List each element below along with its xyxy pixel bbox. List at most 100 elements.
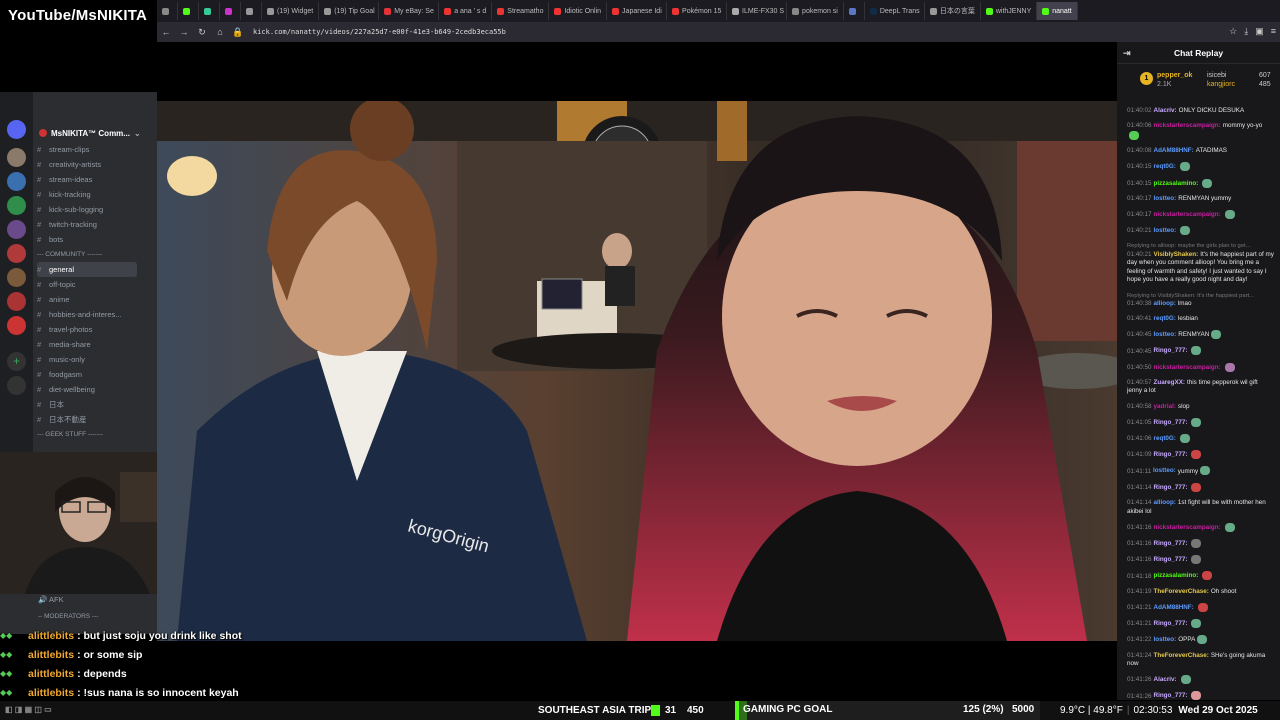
server-icon[interactable]	[7, 148, 26, 167]
browser-tab[interactable]: nanatt	[1037, 2, 1078, 20]
discord-channel-item[interactable]: # diet-wellbeing	[37, 382, 137, 397]
chat-username[interactable]: Ringo_777:	[1154, 484, 1188, 491]
server-icon[interactable]	[7, 220, 26, 239]
discord-channel-item[interactable]: # bots	[37, 232, 137, 247]
chat-username[interactable]: nickstarterscampaign:	[1154, 211, 1221, 218]
chat-username[interactable]: ZuaregXX:	[1154, 379, 1186, 386]
browser-tab[interactable]: My eBay: Se	[379, 2, 440, 20]
discord-channel-item[interactable]: # hobbies-and-interes...	[37, 307, 137, 322]
add-server-icon[interactable]: +	[7, 352, 26, 371]
chat-username[interactable]: Ringo_777:	[1154, 693, 1188, 700]
chat-username[interactable]: allioop:	[1154, 300, 1176, 307]
browser-tab[interactable]	[241, 2, 262, 20]
browser-tab[interactable]: withJENNY	[981, 2, 1038, 20]
server-icon[interactable]	[7, 268, 26, 287]
url-input[interactable]: kick.com/nanatty/videos/227a25d7-e00f-41…	[253, 28, 506, 36]
chat-username[interactable]: TheForeverChase:	[1154, 652, 1209, 659]
chat-reply-context[interactable]: Replying to VisiblyShaken: It's the happ…	[1127, 292, 1274, 301]
server-icon[interactable]	[7, 244, 26, 263]
server-icon[interactable]	[7, 292, 26, 311]
menu-icon[interactable]: ≡	[1271, 26, 1276, 37]
chat-username[interactable]: Alacriv:	[1154, 676, 1177, 683]
browser-tab[interactable]: 日本の言葉	[925, 2, 981, 20]
discord-category[interactable]: --- COMMUNITY -------	[37, 247, 137, 262]
browser-tab[interactable]: (19) Tip Goal	[319, 2, 380, 20]
reload-icon[interactable]: ↻	[193, 27, 211, 38]
discord-channel-item[interactable]: # kick-tracking	[37, 187, 137, 202]
browser-tab[interactable]: pokemon si	[787, 2, 844, 20]
browser-tab[interactable]: Idiotic Onlin	[549, 2, 608, 20]
leader-3-name[interactable]: kangjiorc	[1207, 81, 1235, 88]
bookmark-star-icon[interactable]: ☆	[1229, 26, 1237, 37]
browser-tab[interactable]: a ana ' s d	[439, 2, 493, 20]
chat-username[interactable]: pizzasalamino:	[1154, 573, 1199, 580]
voice-channel-afk[interactable]: 🔊 AFK	[38, 595, 64, 604]
chat-username[interactable]: Ringo_777:	[1154, 451, 1188, 458]
chat-username[interactable]: nickstarterscampaign:	[1154, 364, 1221, 371]
extension-icon[interactable]: ▣	[1255, 26, 1264, 37]
chat-username[interactable]: allioop:	[1154, 499, 1176, 506]
discord-server-header[interactable]: MsNIKITA™ Comm... ⌄	[33, 124, 157, 142]
browser-tab[interactable]	[178, 2, 199, 20]
chat-reply-context[interactable]: Replying to allioop: maybe the girls pla…	[1127, 242, 1274, 251]
chat-username[interactable]: reqt0G:	[1154, 163, 1176, 170]
explore-icon[interactable]	[7, 376, 26, 395]
home-icon[interactable]: ⌂	[211, 27, 229, 37]
discord-channel-item[interactable]: # 日本不動産	[37, 412, 137, 427]
browser-tab[interactable]	[157, 2, 178, 20]
discord-channel-item[interactable]: # music-only	[37, 352, 137, 367]
chat-username[interactable]: Ringo_777:	[1154, 348, 1188, 355]
chat-username[interactable]: lostteo:	[1153, 468, 1176, 475]
downloads-icon[interactable]: ⤓	[1244, 26, 1248, 37]
discord-channel-item[interactable]: # twitch-tracking	[37, 217, 137, 232]
chat-username[interactable]: TheForeverChase:	[1154, 588, 1209, 595]
video-player[interactable]: korgOrigin	[157, 101, 1117, 641]
discord-channel-item[interactable]: # kick-sub-logging	[37, 202, 137, 217]
chat-username[interactable]: VisiblyShaken:	[1154, 251, 1199, 258]
discord-channel-item[interactable]: # off-topic	[37, 277, 137, 292]
browser-tab[interactable]: Pokémon 15	[667, 2, 728, 20]
browser-tab[interactable]: Streamatho	[492, 2, 550, 20]
discord-channel-item[interactable]: # travel-photos	[37, 322, 137, 337]
browser-tab[interactable]	[199, 2, 220, 20]
chat-username[interactable]: reqt0G:	[1154, 315, 1176, 322]
chat-username[interactable]: pizzasalamino:	[1154, 180, 1199, 187]
browser-tab[interactable]: ILME-FX30 S	[727, 2, 788, 20]
leader-1-name[interactable]: pepper_ok	[1157, 72, 1192, 79]
chat-username[interactable]: Ringo_777:	[1154, 540, 1188, 547]
chat-username[interactable]: lostteo:	[1154, 195, 1177, 202]
chat-username[interactable]: Ringo_777:	[1154, 556, 1188, 563]
chat-username[interactable]: Ringo_777:	[1154, 419, 1188, 426]
discord-channel-item[interactable]: # 日本	[37, 397, 137, 412]
chat-username[interactable]: yadrial:	[1154, 403, 1176, 410]
server-icon[interactable]	[7, 172, 26, 191]
chat-username[interactable]: lostteo:	[1154, 636, 1177, 643]
discord-channel-item[interactable]: # stream-ideas	[37, 172, 137, 187]
discord-channel-item[interactable]: # anime	[37, 292, 137, 307]
discord-channel-item[interactable]: # stream-clips	[37, 142, 137, 157]
browser-tab[interactable]: DeepL Trans	[865, 2, 925, 20]
discord-channel-item[interactable]: # general	[37, 262, 137, 277]
discord-channel-item[interactable]: # foodgasm	[37, 367, 137, 382]
chat-username[interactable]: AdAM88HNF:	[1154, 604, 1194, 611]
server-icon[interactable]	[7, 316, 26, 335]
browser-tab[interactable]: Japanese Idi	[607, 2, 668, 20]
chat-username[interactable]: nickstarterscampaign:	[1154, 122, 1221, 129]
browser-tab[interactable]	[844, 2, 865, 20]
chat-username[interactable]: AdAM88HNF:	[1154, 147, 1194, 154]
forward-icon[interactable]: →	[175, 27, 193, 37]
leader-2-name[interactable]: isicebi	[1207, 72, 1226, 79]
discord-category[interactable]: --- GEEK STUFF -------	[37, 427, 137, 442]
chat-username[interactable]: Ringo_777:	[1154, 620, 1188, 627]
discord-home-icon[interactable]	[7, 120, 26, 139]
browser-tab[interactable]	[220, 2, 241, 20]
back-icon[interactable]: ←	[157, 27, 175, 37]
chat-username[interactable]: lostteo:	[1154, 227, 1177, 234]
collapse-chat-icon[interactable]: ⇥	[1123, 48, 1131, 59]
chat-username[interactable]: lostteo:	[1154, 331, 1177, 338]
browser-tab[interactable]: (19) Widget	[262, 2, 320, 20]
discord-channel-item[interactable]: # media-share	[37, 337, 137, 352]
discord-channel-item[interactable]: # creativity-artists	[37, 157, 137, 172]
chat-username[interactable]: Alacriv:	[1154, 107, 1177, 114]
chat-username[interactable]: reqt0G:	[1154, 435, 1176, 442]
